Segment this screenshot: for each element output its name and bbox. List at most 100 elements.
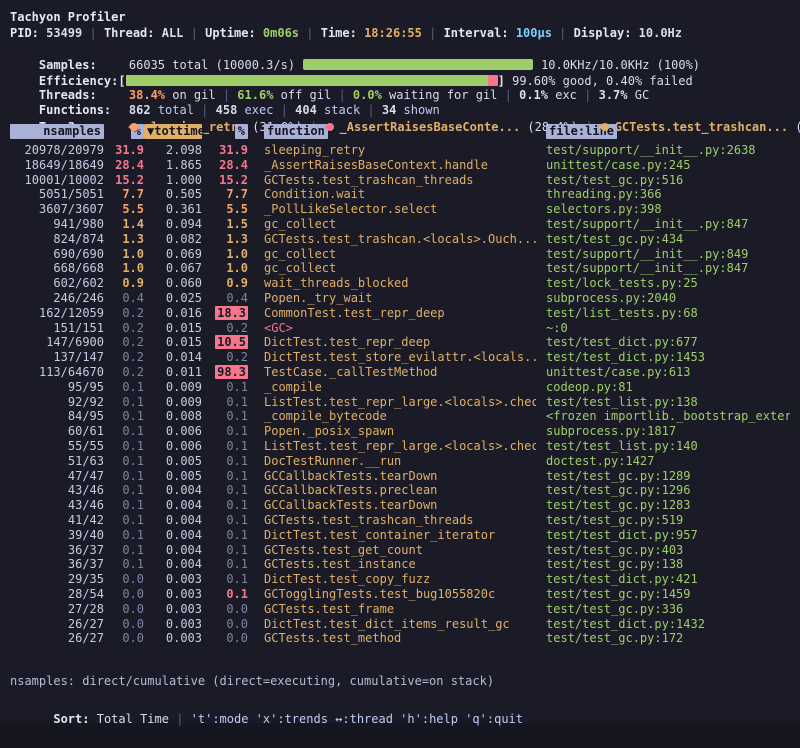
file-line-value: test/support/__init__.py:849: [546, 247, 748, 261]
direct-pct-value: 15.2: [115, 173, 144, 187]
separator: |: [331, 88, 353, 102]
function-name: _compile_bytecode: [264, 409, 387, 423]
direct-pct-value: 0.0: [122, 602, 144, 616]
function-cell: _compile: [264, 380, 536, 395]
cumulative-pct-cell: 5.5: [202, 202, 248, 217]
direct-pct-value: 0.2: [122, 306, 144, 320]
cumulative-pct-cell: 0.1: [202, 439, 248, 454]
separator: |: [360, 103, 382, 117]
cumulative-pct-cell: 1.5: [202, 217, 248, 232]
direct-pct-value: 7.7: [122, 187, 144, 201]
tottime-cell: 0.094: [144, 217, 202, 232]
tottime-value: 0.015: [166, 321, 202, 335]
tottime-cell: 0.015: [144, 335, 202, 350]
cumulative-pct-value: 0.1: [226, 439, 248, 453]
function-cell: GCTests.test_get_count: [264, 543, 536, 558]
nsamples-cell: 690/690: [10, 247, 104, 262]
cumulative-pct-value: 98.3: [215, 365, 248, 379]
function-cell: _compile_bytecode: [264, 409, 536, 424]
function-cell: DictTest.test_repr_deep: [264, 335, 536, 350]
function-count-value: 34: [382, 103, 396, 117]
footer-keybindings: Sort: Total Time | 't':mode 'x':trends ↔…: [10, 691, 790, 710]
direct-pct-value: 0.1: [122, 439, 144, 453]
direct-pct-value: 0.0: [122, 572, 144, 586]
function-name: Popen._posix_spawn: [264, 424, 394, 438]
function-name: Condition.wait: [264, 187, 365, 201]
samples-progress-bar: [303, 59, 533, 70]
function-name: ListTest.test_repr_large.<locals>.check: [264, 395, 536, 409]
cumulative-pct-value: 15.2: [219, 173, 248, 187]
thread-stat-value: 0.1%: [519, 88, 548, 102]
tottime-cell: 0.006: [144, 439, 202, 454]
cumulative-pct-cell: 1.3: [202, 232, 248, 247]
column-header-function[interactable]: function: [264, 124, 328, 139]
table-header-cell: ▼tottime: [144, 124, 202, 140]
table-row: 39/400.10.0040.1DictTest.test_container_…: [10, 528, 790, 543]
table-row: 26/270.00.0030.0DictTest.test_dict_items…: [10, 617, 790, 632]
table-row: 51/630.10.0050.1DocTestRunner.__rundocte…: [10, 454, 790, 469]
function-cell: GCCallbackTests.tearDown: [264, 498, 536, 513]
cumulative-pct-value: 0.4: [226, 291, 248, 305]
functions-label: Functions:: [39, 103, 129, 118]
samples-label: Samples:: [39, 57, 129, 73]
function-name: GCTests.test_method: [264, 631, 401, 645]
efficiency-summary: [505, 74, 512, 88]
nsamples-cell: 60/61: [10, 424, 104, 439]
tottime-cell: 0.011: [144, 365, 202, 380]
file-line-value: test/support/__init__.py:2638: [546, 143, 756, 157]
nsamples-cell: 26/27: [10, 631, 104, 646]
functions-items: 862 total | 458 exec | 404 stack | 34 sh…: [129, 103, 440, 117]
direct-pct-value: 1.3: [122, 232, 144, 246]
threads-segments: 38.4% on gil | 61.6% off gil | 0.0% wait…: [129, 88, 649, 102]
function-cell: ListTest.test_repr_large.<locals>.check: [264, 395, 536, 410]
display-label: Display:: [574, 26, 639, 40]
function-cell: _PollLikeSelector.select: [264, 202, 536, 217]
cumulative-pct-cell: 31.9: [202, 143, 248, 158]
column-header-[interactable]: %: [235, 124, 248, 139]
nsamples-cell: 18649/18649: [10, 158, 104, 173]
nsamples-value: 55/55: [68, 439, 104, 453]
direct-pct-cell: 1.4: [104, 217, 144, 232]
column-header-nsamples[interactable]: nsamples: [10, 124, 104, 139]
file-line-value: <frozen importlib._bootstrap_external: [546, 409, 790, 423]
nsamples-value: 43/46: [68, 483, 104, 497]
file-line-value: threading.py:366: [546, 187, 662, 201]
nsamples-value: 51/63: [68, 454, 104, 468]
direct-pct-cell: 0.0: [104, 587, 144, 602]
cumulative-pct-value: 0.1: [226, 513, 248, 527]
function-name: DictTest.test_copy_fuzz: [264, 572, 430, 586]
file-line-value: codeop.py:81: [546, 380, 633, 394]
efficiency-label: Efficiency:: [39, 74, 118, 88]
file-line-value: test/test_gc.py:1459: [546, 587, 691, 601]
thread-label: Thread:: [104, 26, 162, 40]
table-row: 5051/50517.70.5057.7Condition.waitthread…: [10, 187, 790, 202]
cumulative-pct-value: 10.5: [215, 335, 248, 349]
tottime-cell: 0.009: [144, 380, 202, 395]
tottime-value: 0.009: [166, 395, 202, 409]
nsamples-cell: 5051/5051: [10, 187, 104, 202]
tottime-value: 0.025: [166, 291, 202, 305]
direct-pct-cell: 0.1: [104, 557, 144, 572]
function-cell: GCCallbackTests.tearDown: [264, 469, 536, 484]
nsamples-value: 113/64670: [39, 365, 104, 379]
tottime-cell: 0.004: [144, 513, 202, 528]
thread-stat-label: GC: [628, 88, 650, 102]
function-cell: DocTestRunner.__run: [264, 454, 536, 469]
direct-pct-cell: 0.1: [104, 424, 144, 439]
nsamples-value: 60/61: [68, 424, 104, 438]
table-header-cell: %: [202, 124, 248, 140]
column-header-tottime[interactable]: ▼tottime: [144, 124, 202, 139]
nsamples-value: 92/92: [68, 395, 104, 409]
function-cell: GCTests.test_trashcan.<locals>.Ouch....: [264, 232, 536, 247]
tottime-cell: 0.004: [144, 543, 202, 558]
function-name: _AssertRaisesBaseContext.handle: [264, 158, 488, 172]
cumulative-pct-value: 0.0: [226, 631, 248, 645]
tottime-cell: 0.015: [144, 321, 202, 336]
nsamples-value: 18649/18649: [25, 158, 104, 172]
tottime-value: 0.014: [166, 350, 202, 364]
direct-pct-cell: 1.0: [104, 261, 144, 276]
table-row: 28/540.00.0030.1GCTogglingTests.test_bug…: [10, 587, 790, 602]
nsamples-cell: 151/151: [10, 321, 104, 336]
samples-line: Samples:66035 total (10000.3/s)10.0KHz/1…: [10, 41, 790, 57]
table-row: 824/8741.30.0821.3GCTests.test_trashcan.…: [10, 232, 790, 247]
